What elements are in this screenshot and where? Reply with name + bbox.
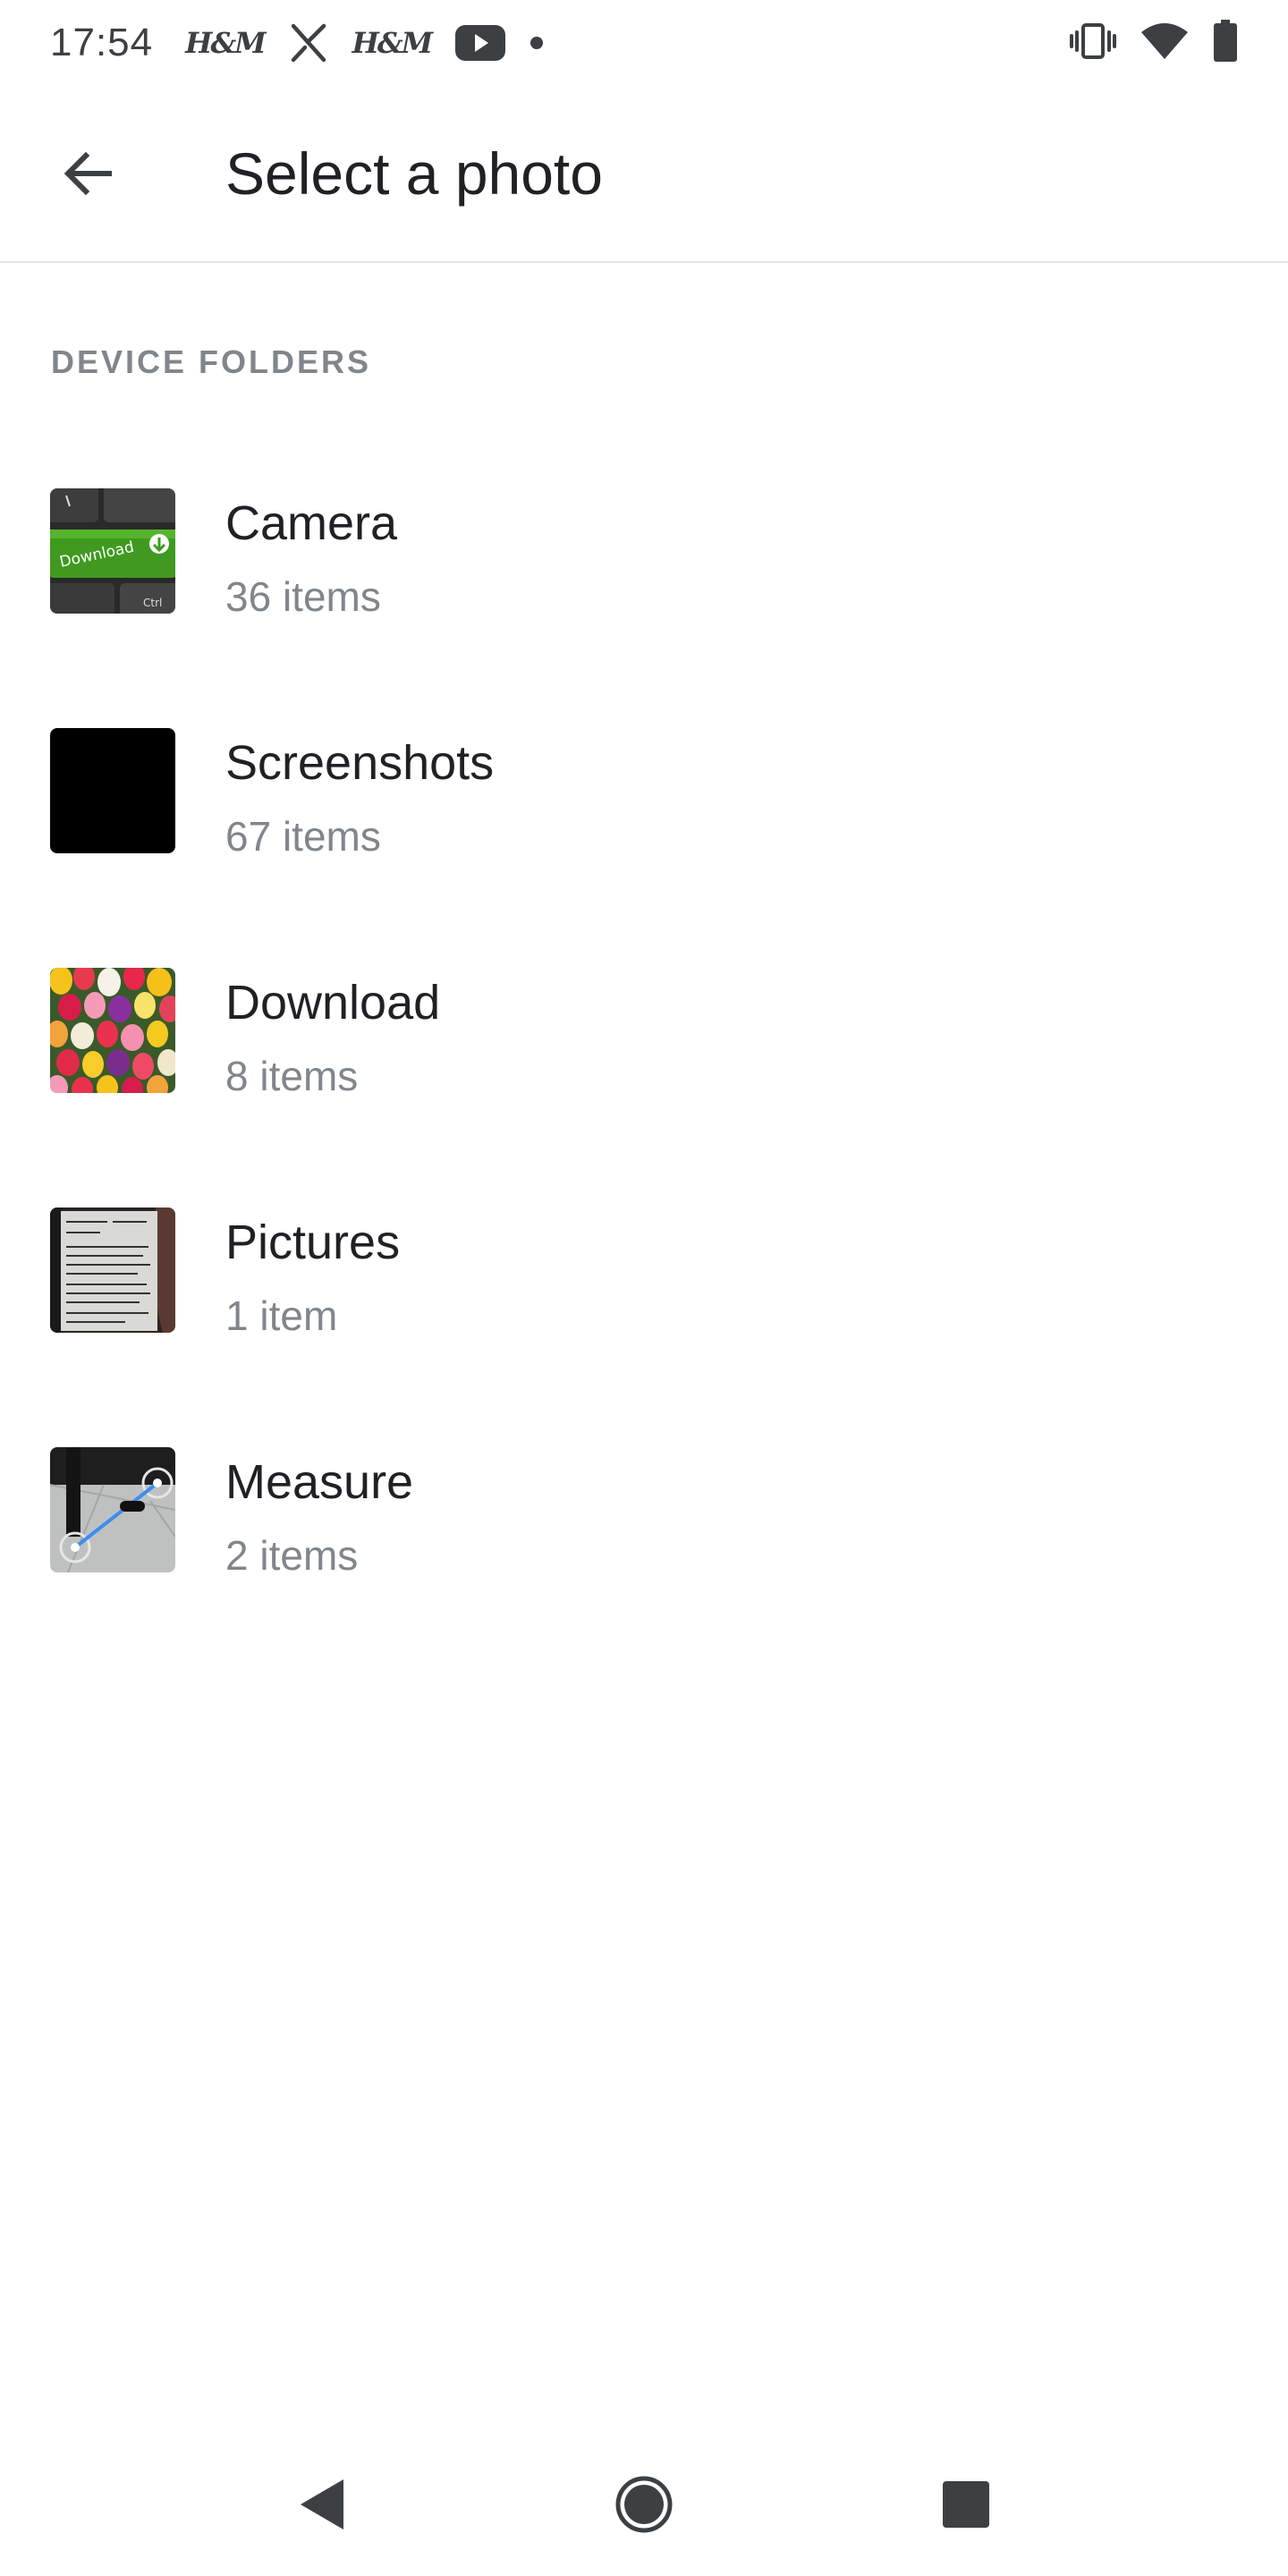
page-title: Select a photo — [225, 140, 603, 207]
folder-count: 67 items — [225, 813, 381, 860]
back-button[interactable] — [39, 125, 136, 222]
x-icon — [288, 22, 329, 64]
nav-back-button[interactable] — [268, 2451, 376, 2558]
nav-recents-button[interactable] — [912, 2451, 1020, 2558]
youtube-icon — [454, 24, 506, 62]
folder-name: Measure — [225, 1455, 414, 1509]
folder-count: 36 items — [225, 573, 381, 620]
folder-name: Pictures — [225, 1216, 401, 1269]
folder-count: 2 items — [225, 1532, 359, 1579]
vibrate-icon — [1070, 21, 1116, 65]
ctrl-key-text: Ctrl — [143, 597, 162, 609]
folder-item-pictures[interactable]: Pictures 1 item — [0, 1166, 1288, 1406]
photo-picker-screen: 17:54 H&M H&M Select a photo DEVICE FOLD… — [0, 0, 1288, 2576]
keyboard-download-thumb: Download Ctrl — [50, 488, 175, 614]
document-thumb — [50, 1208, 175, 1333]
back-triangle-icon — [301, 2479, 343, 2529]
black-thumb — [50, 728, 175, 853]
tulips-thumb — [50, 968, 175, 1093]
folder-name: Screenshots — [225, 736, 495, 790]
recents-square-icon — [943, 2481, 989, 2528]
folder-item-download[interactable]: Download 8 items — [0, 927, 1288, 1166]
folder-count: 1 item — [225, 1292, 338, 1339]
notification-icons: H&M H&M — [185, 22, 544, 64]
system-icons — [1070, 19, 1238, 67]
measure-thumb — [50, 1447, 175, 1572]
dot-icon — [530, 36, 544, 50]
folder-list: Download Ctrl Camera 36 items Screenshot… — [0, 447, 1288, 1646]
app-bar: Select a photo — [0, 86, 1288, 263]
folder-item-screenshots[interactable]: Screenshots 67 items — [0, 687, 1288, 927]
folder-name: Camera — [225, 496, 398, 550]
hm-icon: H&M — [352, 26, 434, 60]
battery-icon — [1213, 19, 1238, 67]
folder-count: 8 items — [225, 1053, 359, 1099]
folder-name: Download — [225, 976, 441, 1030]
system-nav-bar — [0, 2433, 1288, 2576]
section-header: DEVICE FOLDERS — [51, 343, 372, 380]
home-circle-icon — [615, 2476, 673, 2533]
nav-home-button[interactable] — [590, 2451, 698, 2558]
status-time: 17:54 — [50, 21, 154, 64]
hm-icon: H&M — [185, 26, 267, 60]
wifi-icon — [1140, 21, 1190, 65]
folder-item-camera[interactable]: Download Ctrl Camera 36 items — [0, 447, 1288, 687]
arrow-back-icon — [64, 151, 112, 196]
folder-item-measure[interactable]: Measure 2 items — [0, 1406, 1288, 1646]
status-bar: 17:54 H&M H&M — [0, 0, 1288, 86]
